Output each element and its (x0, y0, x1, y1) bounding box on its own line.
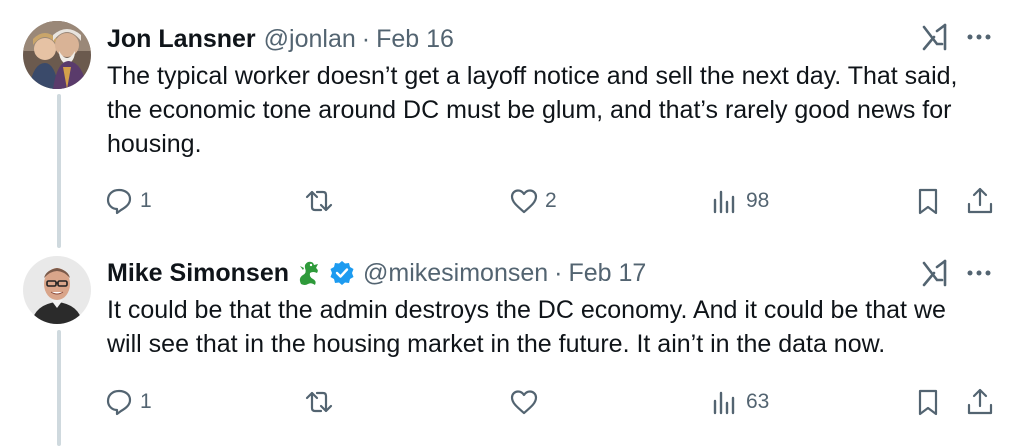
grok-icon[interactable] (920, 22, 950, 52)
repost-icon (305, 190, 333, 212)
views-chart-icon (713, 391, 735, 415)
tweet-text: It could be that the admin destroys the … (107, 296, 946, 358)
repost-button[interactable] (304, 384, 340, 420)
tweet-text: The typical worker doesn’t get a layoff … (107, 62, 958, 158)
tweet-top-actions (920, 258, 994, 288)
tweet-top-actions (920, 22, 994, 52)
reply-count: 1 (140, 390, 152, 413)
author-handle[interactable]: @jonlan (264, 25, 356, 54)
repost-button[interactable] (304, 183, 340, 219)
verified-badge-icon[interactable] (329, 260, 355, 286)
tweet-header: Mike Simonsen @mikesimonsen · Feb 17 (107, 256, 646, 290)
post-date[interactable]: Feb 17 (568, 259, 646, 288)
author-name[interactable]: Jon Lansner (107, 25, 256, 54)
bookmark-button[interactable] (913, 384, 943, 420)
post-date[interactable]: Feb 16 (376, 25, 454, 54)
like-button[interactable]: 2 (509, 183, 557, 219)
repost-icon (305, 391, 333, 413)
more-options-icon[interactable] (964, 22, 994, 52)
share-icon (967, 388, 993, 415)
author-handle[interactable]: @mikesimonsen (363, 259, 548, 288)
view-count: 63 (746, 390, 770, 413)
bookmark-icon (918, 188, 938, 215)
view-count: 98 (746, 189, 770, 212)
reply-button[interactable]: 1 (104, 183, 152, 219)
thread-connector-line (57, 94, 61, 248)
thread-connector-line (57, 330, 61, 446)
avatar[interactable] (23, 21, 91, 89)
reply-icon (106, 188, 132, 215)
heart-icon (510, 390, 538, 415)
tweet-action-bar: 1 63 (104, 384, 1004, 420)
share-icon (967, 187, 993, 214)
dragon-emoji-icon (299, 261, 318, 285)
reply-button[interactable]: 1 (104, 384, 152, 420)
reply-count: 1 (140, 189, 152, 212)
views-chart-icon (713, 190, 735, 214)
tweet-action-bar: 1 2 98 (104, 183, 1004, 219)
man-portrait-photo-icon (23, 256, 91, 324)
share-button[interactable] (965, 183, 995, 219)
grok-icon[interactable] (920, 258, 950, 288)
like-button[interactable] (509, 384, 545, 420)
separator-dot: · (554, 258, 563, 287)
more-options-icon[interactable] (964, 258, 994, 288)
author-name[interactable]: Mike Simonsen (107, 259, 289, 288)
avatar[interactable] (23, 256, 91, 324)
bookmark-button[interactable] (913, 183, 943, 219)
heart-icon (510, 189, 538, 214)
like-count: 2 (545, 189, 557, 212)
views-button[interactable]: 98 (710, 183, 769, 219)
views-button[interactable]: 63 (710, 384, 769, 420)
separator-dot: · (361, 24, 371, 53)
share-button[interactable] (965, 384, 995, 420)
bookmark-icon (918, 389, 938, 416)
reply-icon (106, 389, 132, 416)
tweet-header: Jon Lansner @jonlan · Feb 16 (107, 22, 454, 56)
two-people-photo-icon (23, 21, 91, 89)
